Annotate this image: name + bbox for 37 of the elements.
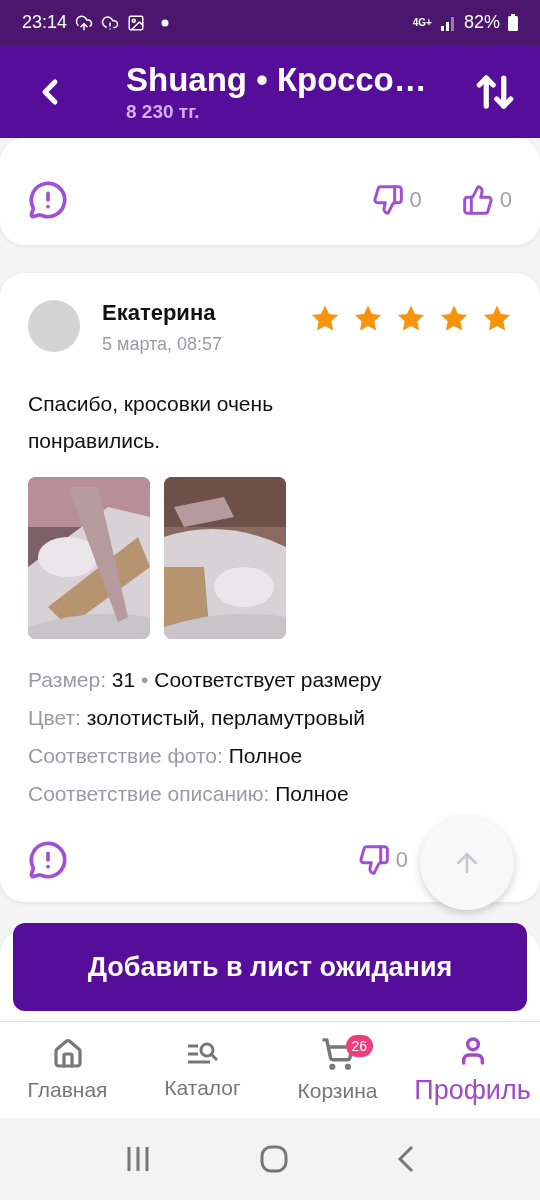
star-icon xyxy=(353,304,383,333)
battery-level: 82% xyxy=(463,12,500,33)
product-price: 8 230 тг. xyxy=(126,100,201,123)
review-detail: Соответствие описанию: Полное xyxy=(28,781,350,807)
review-detail: Размер: 31 • Соответствует размеру xyxy=(28,667,383,693)
review-author: Екатерина xyxy=(102,300,217,326)
review-date: 5 марта, 08:57 xyxy=(102,334,223,355)
review-detail: Соответствие фото: Полное xyxy=(28,743,304,769)
product-title: Shuang • Кроссо… xyxy=(126,60,428,99)
star-icon xyxy=(439,304,469,333)
star-icon xyxy=(482,304,512,333)
signal-icon xyxy=(439,14,456,31)
nav-tab[interactable]: Профиль xyxy=(405,1022,540,1118)
cloud-upload-icon xyxy=(75,13,94,32)
home-icon xyxy=(51,1038,84,1070)
report-button[interactable] xyxy=(28,180,68,220)
back-icon[interactable] xyxy=(397,1145,416,1173)
nav-tab[interactable]: Главная xyxy=(0,1022,135,1118)
cloud-alert-icon xyxy=(101,13,120,32)
wishlist-button[interactable]: Добавить в лист ожидания xyxy=(13,923,527,1011)
star-icon xyxy=(396,304,426,333)
report-icon xyxy=(28,840,68,880)
review-detail: Цвет: золотистый, перламутровый xyxy=(28,705,367,731)
star-icon xyxy=(310,304,340,333)
clock: 23:14 xyxy=(22,12,68,33)
nav-tab[interactable]: Каталог xyxy=(135,1022,270,1118)
report-icon xyxy=(28,180,68,220)
image-icon xyxy=(127,13,146,32)
battery-icon xyxy=(508,14,518,31)
home-button-icon[interactable] xyxy=(260,1145,288,1173)
review-text: Спасибо, кросовки очень понравились. xyxy=(28,391,275,454)
report-button[interactable] xyxy=(28,840,68,880)
nav-tab[interactable]: Корзина 26 xyxy=(270,1022,405,1118)
cart-count-badge: 26 xyxy=(345,1035,374,1057)
dot-icon xyxy=(161,18,170,27)
avatar xyxy=(28,300,80,352)
network-type: 4G+ xyxy=(412,17,432,28)
